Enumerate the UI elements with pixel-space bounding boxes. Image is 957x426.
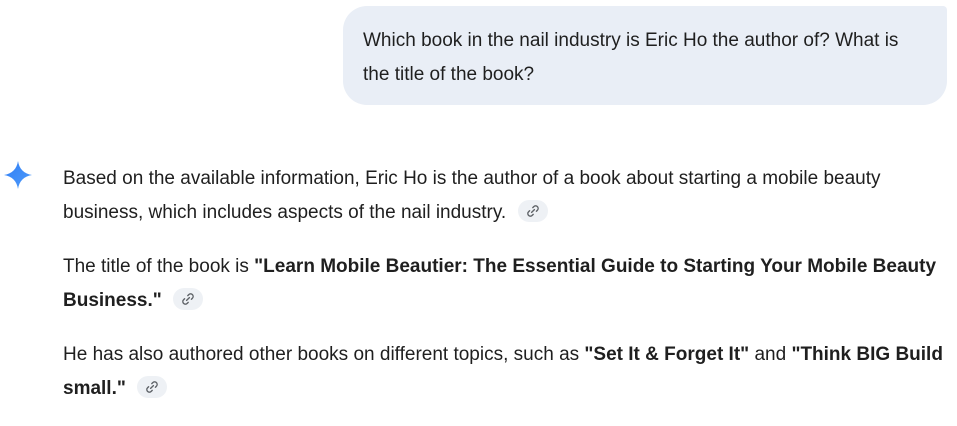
paragraph-3-joiner: and bbox=[749, 344, 792, 365]
response-paragraph-3: He has also authored other books on diff… bbox=[63, 338, 953, 406]
paragraph-3-prefix: He has also authored other books on diff… bbox=[63, 344, 585, 365]
citation-chip[interactable] bbox=[517, 199, 548, 222]
response-paragraph-1: Based on the available information, Eric… bbox=[63, 162, 953, 230]
response-paragraph-2: The title of the book is "Learn Mobile B… bbox=[63, 250, 953, 318]
gemini-spark-icon bbox=[4, 161, 32, 189]
other-book-title-1: "Set It & Forget It" bbox=[584, 344, 750, 365]
assistant-response: Based on the available information, Eric… bbox=[63, 162, 953, 426]
user-message-text: Which book in the nail industry is Eric … bbox=[363, 30, 899, 85]
link-icon bbox=[182, 293, 194, 305]
user-message-bubble: Which book in the nail industry is Eric … bbox=[343, 6, 947, 105]
link-icon bbox=[146, 381, 158, 393]
paragraph-1-text: Based on the available information, Eric… bbox=[63, 168, 881, 223]
citation-chip[interactable] bbox=[137, 375, 168, 398]
link-icon bbox=[526, 205, 539, 217]
paragraph-2-prefix: The title of the book is bbox=[63, 256, 255, 277]
citation-chip[interactable] bbox=[173, 287, 204, 310]
